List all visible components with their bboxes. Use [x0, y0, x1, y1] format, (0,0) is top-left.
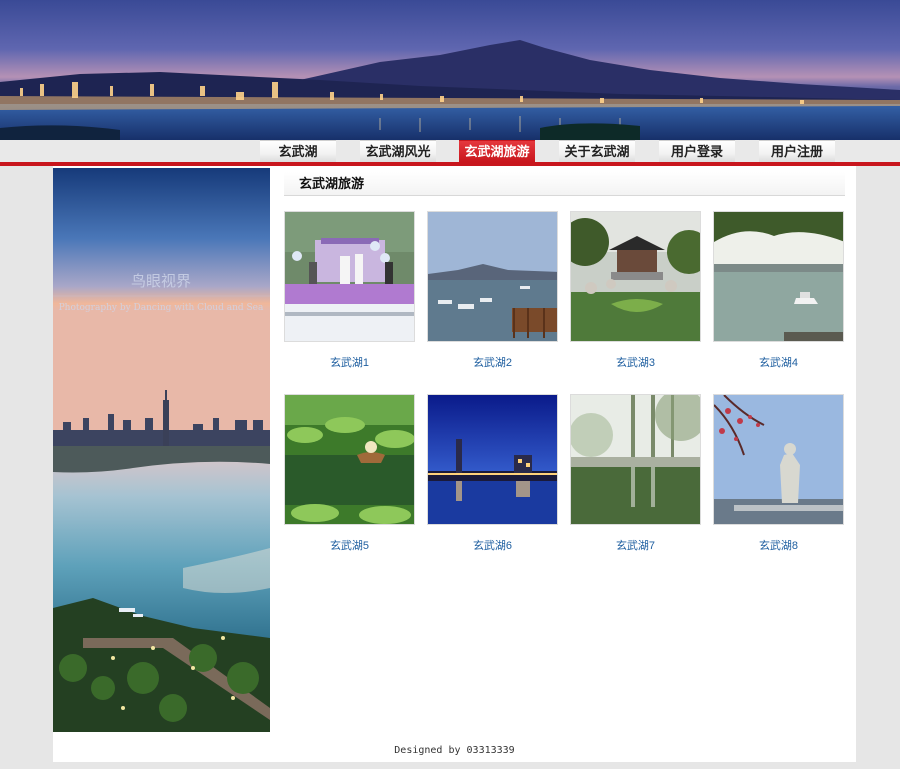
- gallery-caption-4[interactable]: 玄武湖4: [713, 354, 844, 370]
- header-banner: [0, 0, 900, 140]
- sidebar-photo: 鸟眼视界 Photography by Dancing with Cloud a…: [53, 168, 270, 732]
- nav-item-about[interactable]: 关于玄武湖: [559, 140, 635, 162]
- banner-panorama: [0, 0, 900, 140]
- gallery-caption-7[interactable]: 玄武湖7: [570, 537, 701, 553]
- nav-item-scenery[interactable]: 玄武湖风光: [360, 140, 436, 162]
- nav-item-home[interactable]: 玄武湖: [260, 140, 336, 162]
- main-wrapper: 鸟眼视界 Photography by Dancing with Cloud a…: [53, 166, 856, 762]
- gallery-caption-3[interactable]: 玄武湖3: [570, 354, 701, 370]
- gallery-thumb-1[interactable]: [284, 211, 415, 342]
- gallery-caption-5[interactable]: 玄武湖5: [284, 537, 415, 553]
- gallery-thumb-2[interactable]: [427, 211, 558, 342]
- gallery-caption-6[interactable]: 玄武湖6: [427, 537, 558, 553]
- watermark-en: Photography by Dancing with Cloud and Se…: [59, 303, 264, 313]
- gallery-thumb-4[interactable]: [713, 211, 844, 342]
- nav-item-login[interactable]: 用户登录: [659, 140, 735, 162]
- nav-item-register[interactable]: 用户注册: [759, 140, 835, 162]
- watermark-cn: 鸟眼视界: [131, 272, 191, 290]
- gallery-thumb-3[interactable]: [570, 211, 701, 342]
- gallery-thumb-5[interactable]: [284, 394, 415, 525]
- sidebar-cityscape-image: 鸟眼视界 Photography by Dancing with Cloud a…: [53, 168, 270, 732]
- gallery-thumb-6[interactable]: [427, 394, 558, 525]
- footer-credit: Designed by 03313339: [394, 745, 515, 756]
- content-title: 玄武湖旅游: [284, 172, 845, 196]
- nav-item-tourism[interactable]: 玄武湖旅游: [459, 140, 535, 162]
- gallery-thumb-8[interactable]: [713, 394, 844, 525]
- gallery-caption-2[interactable]: 玄武湖2: [427, 354, 558, 370]
- gallery-caption-8[interactable]: 玄武湖8: [713, 537, 844, 553]
- gallery-caption-1[interactable]: 玄武湖1: [284, 354, 415, 370]
- gallery-thumb-7[interactable]: [570, 394, 701, 525]
